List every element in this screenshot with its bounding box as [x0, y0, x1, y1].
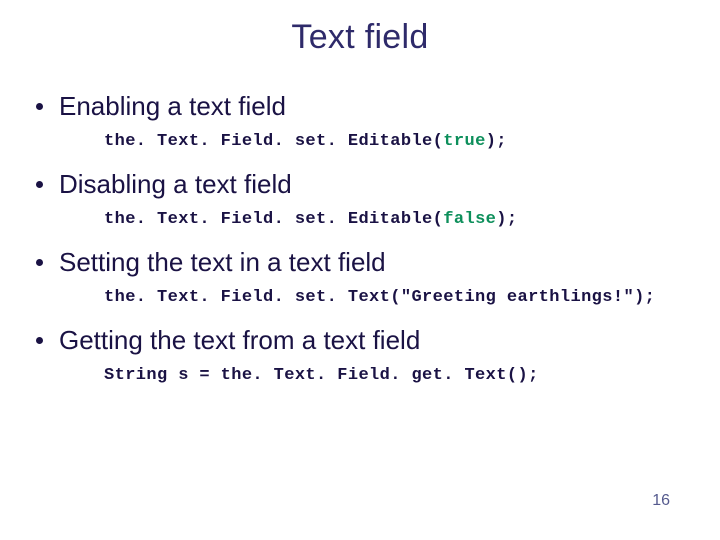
code-prefix-1: the. Text. Field. set. Editable(	[104, 132, 443, 151]
code-line-2: the. Text. Field. set. Editable(false);	[104, 210, 684, 229]
bullet-dot-icon	[36, 337, 43, 344]
slide: Text field Enabling a text field the. Te…	[0, 0, 720, 385]
bullet-group-3: Setting the text in a text field the. Te…	[36, 247, 684, 307]
bullet-group-2: Disabling a text field the. Text. Field.…	[36, 169, 684, 229]
bullet-dot-icon	[36, 103, 43, 110]
bullet-text-4: Getting the text from a text field	[59, 325, 420, 356]
bullet-text-2: Disabling a text field	[59, 169, 292, 200]
bullet-heading-3: Setting the text in a text field	[36, 247, 684, 278]
code-prefix-2: the. Text. Field. set. Editable(	[104, 210, 443, 229]
code-suffix-2: );	[496, 210, 517, 229]
bullet-group-1: Enabling a text field the. Text. Field. …	[36, 91, 684, 151]
code-prefix-4: String s = the. Text. Field. get. Text()…	[104, 366, 539, 385]
bullet-dot-icon	[36, 181, 43, 188]
code-keyword-2: false	[443, 210, 496, 229]
bullet-heading-4: Getting the text from a text field	[36, 325, 684, 356]
bullet-text-3: Setting the text in a text field	[59, 247, 386, 278]
bullet-group-4: Getting the text from a text field Strin…	[36, 325, 684, 385]
bullet-heading-2: Disabling a text field	[36, 169, 684, 200]
bullet-heading-1: Enabling a text field	[36, 91, 684, 122]
code-line-3: the. Text. Field. set. Text("Greeting ea…	[104, 288, 684, 307]
code-keyword-1: true	[443, 132, 485, 151]
code-prefix-3: the. Text. Field. set. Text("Greeting ea…	[104, 288, 655, 307]
code-line-1: the. Text. Field. set. Editable(true);	[104, 132, 684, 151]
bullet-dot-icon	[36, 259, 43, 266]
code-suffix-1: );	[486, 132, 507, 151]
code-line-4: String s = the. Text. Field. get. Text()…	[104, 366, 684, 385]
slide-title: Text field	[36, 18, 684, 57]
bullet-text-1: Enabling a text field	[59, 91, 286, 122]
page-number: 16	[652, 492, 670, 510]
